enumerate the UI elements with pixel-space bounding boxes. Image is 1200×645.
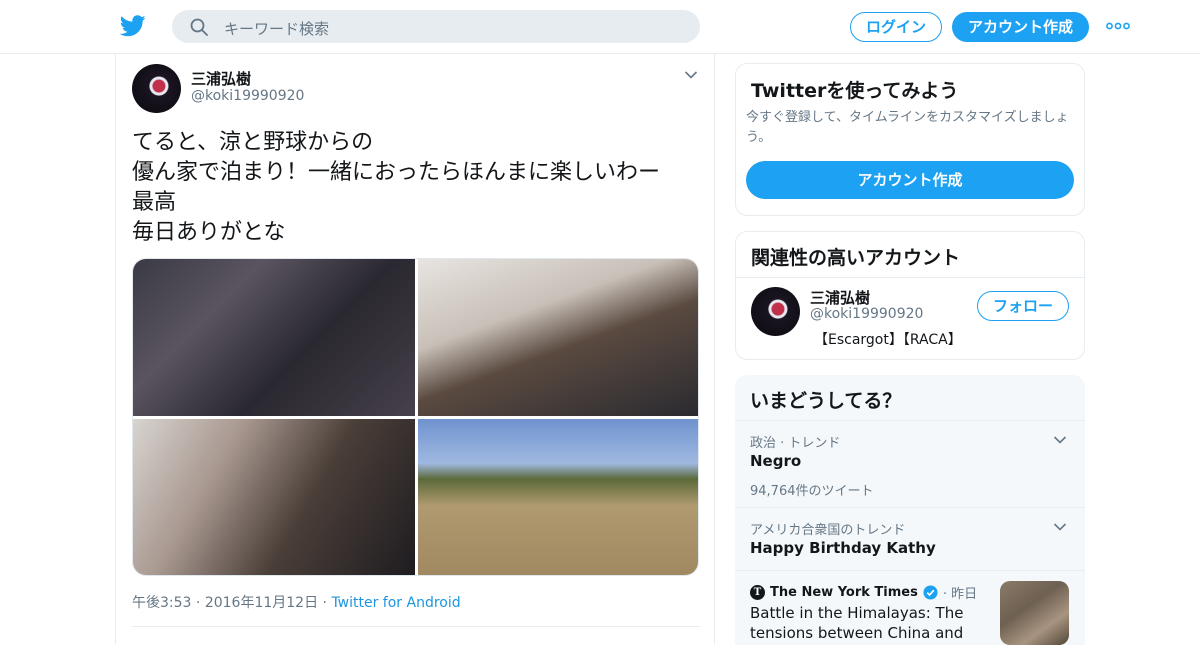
divider: [735, 507, 1085, 508]
tweet-author-handle[interactable]: @koki19990920: [191, 88, 304, 104]
follow-button[interactable]: フォロー: [977, 291, 1069, 321]
trend-name[interactable]: Negro: [750, 452, 801, 470]
related-account-name[interactable]: 三浦弘樹: [810, 287, 870, 308]
news-time: · 昨日: [942, 587, 978, 602]
related-account-handle[interactable]: @koki19990920: [810, 306, 923, 322]
chevron-down-icon[interactable]: [1053, 522, 1067, 532]
photo-3[interactable]: [133, 419, 415, 575]
twitter-bird-icon[interactable]: [120, 14, 146, 38]
trend-count: 94,764件のツイート: [750, 484, 874, 499]
photo-4[interactable]: [418, 419, 698, 575]
login-button[interactable]: ログイン: [850, 12, 942, 42]
avatar[interactable]: [132, 64, 181, 113]
tweet-text: てると、涼と野球からの 優ん家で泊まり！一緒におったらほんまに楽しいわー 最高 …: [132, 128, 702, 248]
top-navigation-bar: キーワード検索 ログイン アカウント作成: [0, 0, 1200, 54]
search-bar[interactable]: キーワード検索: [172, 10, 700, 43]
tweet-meta: 午後3:53 · 2016年11月12日 · Twitter for Andro…: [132, 592, 461, 612]
related-account-bio: 【Escargot】【RACA】: [814, 332, 962, 348]
chevron-down-icon[interactable]: [684, 70, 698, 80]
divider: [132, 626, 700, 627]
tweet-date: 2016年11月12日: [204, 595, 319, 611]
avatar[interactable]: [751, 287, 800, 336]
trends-card: いまどうしてる？ 政治 · トレンド Negro 94,764件のツイート アメ…: [735, 375, 1085, 645]
trend-name[interactable]: Happy Birthday Kathy: [750, 539, 936, 557]
news-thumbnail[interactable]: [1000, 581, 1069, 645]
verified-badge-icon: [923, 585, 938, 600]
tweet-time: 午後3:53: [132, 595, 192, 611]
card-title: 関連性の高いアカウント: [751, 247, 961, 269]
search-icon: [190, 18, 208, 36]
divider: [736, 277, 1084, 278]
tweet-client-link[interactable]: Twitter for Android: [331, 595, 460, 611]
photo-2[interactable]: [418, 259, 698, 416]
tweet-media-grid: [132, 258, 699, 576]
divider: [735, 420, 1085, 421]
sidebar-signup-button[interactable]: アカウント作成: [746, 161, 1074, 199]
card-description: 今すぐ登録して、タイムラインをカスタマイズしましょう。: [746, 110, 1069, 145]
chevron-down-icon[interactable]: [1053, 435, 1067, 445]
photo-1[interactable]: [133, 259, 415, 416]
related-accounts-card: 関連性の高いアカウント 三浦弘樹 @koki19990920 【Escargot…: [735, 231, 1085, 360]
news-source-name[interactable]: The New York Times: [770, 585, 918, 600]
more-options-icon[interactable]: [1106, 22, 1130, 30]
card-title: Twitterを使ってみよう: [751, 80, 959, 102]
meta-separator: ·: [195, 595, 201, 611]
tweet-line: 最高: [132, 190, 177, 215]
card-title: いまどうしてる？: [750, 390, 902, 412]
trend-context: 政治 · トレンド: [750, 436, 841, 451]
signup-button[interactable]: アカウント作成: [952, 12, 1089, 42]
news-source: T The New York Times · 昨日: [750, 583, 977, 602]
meta-separator: ·: [322, 595, 327, 611]
tweet-line: 優ん家で泊まり！一緒におったらほんまに楽しいわー: [132, 160, 661, 185]
search-placeholder[interactable]: キーワード検索: [224, 18, 329, 39]
tweet-card: 三浦弘樹 @koki19990920 てると、涼と野球からの 優ん家で泊まり！一…: [115, 54, 715, 644]
tweet-line: 毎日ありがとな: [132, 220, 286, 245]
tweet-line: てると、涼と野球からの: [132, 130, 374, 155]
try-twitter-card: Twitterを使ってみよう 今すぐ登録して、タイムラインをカスタマイズしましょ…: [735, 63, 1085, 216]
news-headline[interactable]: Battle in the Himalayas: The tensions be…: [750, 603, 982, 645]
divider: [735, 570, 1085, 571]
nyt-logo-icon: T: [750, 585, 765, 600]
trend-context: アメリカ合衆国のトレンド: [750, 523, 906, 538]
tweet-author-name[interactable]: 三浦弘樹: [191, 68, 251, 89]
